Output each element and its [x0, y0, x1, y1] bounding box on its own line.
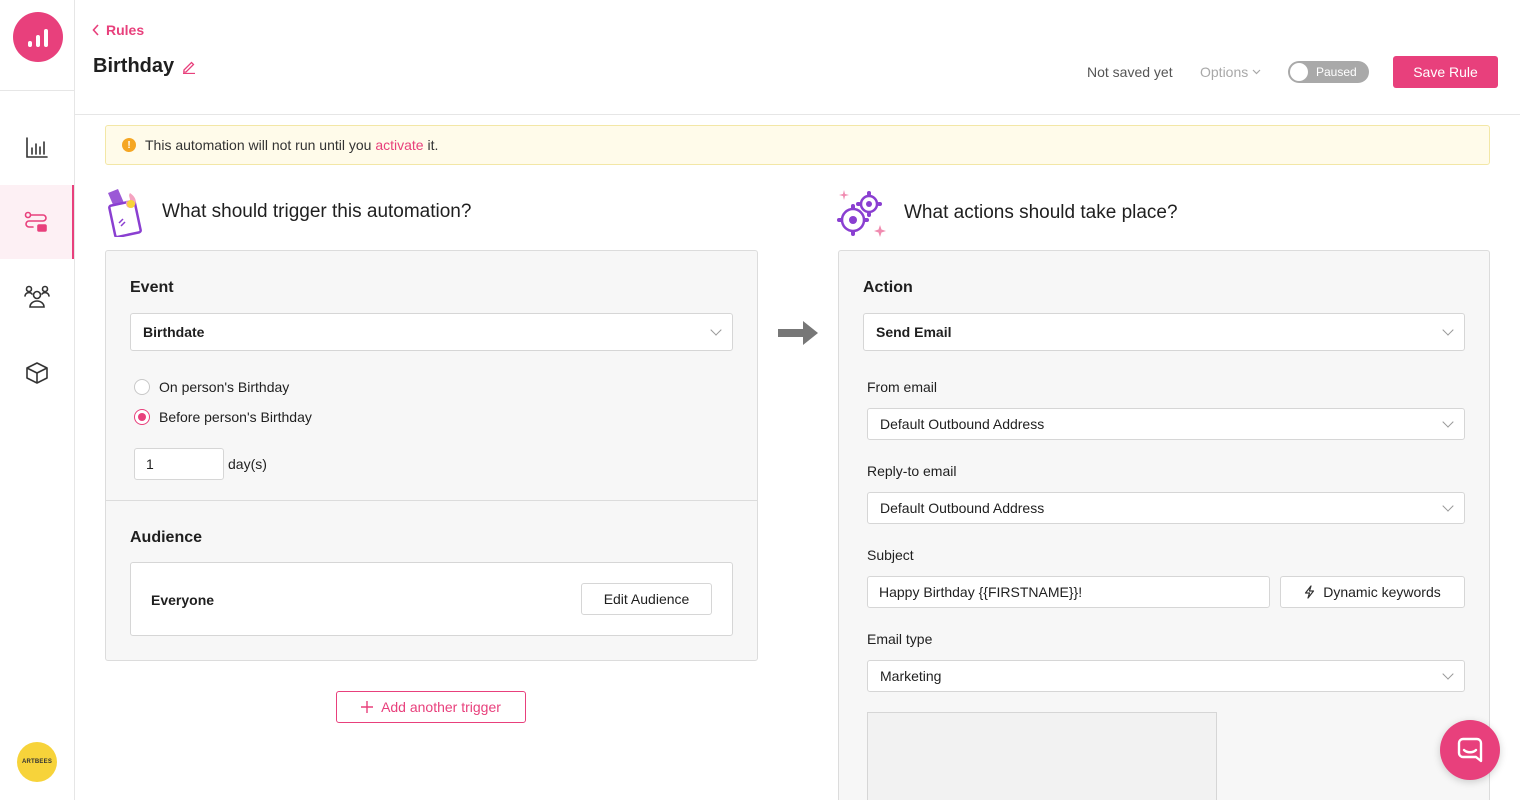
trigger-card-divider — [106, 500, 757, 501]
sidebar-item-analytics[interactable] — [0, 111, 74, 185]
activation-alert: ! This automation will not run until you… — [105, 125, 1490, 165]
reply-to-value: Default Outbound Address — [880, 500, 1045, 516]
active-toggle[interactable]: Paused — [1288, 61, 1369, 83]
radio-button-selected[interactable] — [134, 409, 150, 425]
page-title: Birthday — [93, 55, 196, 78]
reply-to-select[interactable]: Default Outbound Address — [867, 492, 1465, 524]
sidebar-item-automation[interactable] — [0, 185, 74, 259]
alert-text-after: it. — [423, 137, 439, 153]
add-trigger-label: Add another trigger — [381, 699, 501, 715]
chat-icon — [1457, 737, 1483, 763]
audience-box: Everyone Edit Audience — [130, 562, 733, 636]
email-type-select[interactable]: Marketing — [867, 660, 1465, 692]
warning-icon: ! — [122, 138, 136, 152]
chevron-down-icon — [1442, 500, 1454, 512]
activate-link[interactable]: activate — [375, 137, 423, 153]
sidebar-item-people[interactable] — [0, 260, 74, 334]
sidebar-divider — [0, 90, 74, 91]
action-heading-text: What actions should take place? — [904, 202, 1178, 223]
event-select-value: Birthdate — [143, 324, 205, 340]
automation-icon — [24, 211, 47, 232]
from-email-select[interactable]: Default Outbound Address — [867, 408, 1465, 440]
chevron-left-icon — [92, 24, 99, 36]
add-trigger-button[interactable]: Add another trigger — [336, 691, 526, 723]
radio-button[interactable] — [134, 379, 150, 395]
radio-label: On person's Birthday — [159, 379, 290, 395]
app-logo[interactable] — [13, 12, 63, 62]
people-icon — [24, 285, 50, 308]
chevron-down-icon — [710, 324, 722, 336]
alert-text-before: This automation will not run until you — [145, 137, 376, 153]
chevron-down-icon — [1442, 668, 1454, 680]
trigger-illustration-icon — [108, 189, 142, 237]
from-email-value: Default Outbound Address — [880, 416, 1045, 432]
event-label: Event — [130, 279, 174, 296]
edit-audience-button[interactable]: Edit Audience — [581, 583, 712, 615]
email-type-label: Email type — [867, 631, 933, 647]
trigger-heading: What should trigger this automation? — [104, 187, 471, 237]
rule-name: Birthday — [93, 55, 175, 77]
save-rule-button[interactable]: Save Rule — [1393, 56, 1498, 88]
subject-input[interactable] — [867, 576, 1270, 608]
back-link-label: Rules — [106, 22, 145, 38]
back-to-rules-link[interactable]: Rules — [92, 22, 144, 38]
action-select-value: Send Email — [876, 324, 952, 340]
action-label: Action — [863, 279, 913, 296]
analytics-icon — [26, 137, 48, 158]
sidebar: ARTBEES — [0, 0, 75, 800]
edit-pencil-icon[interactable] — [182, 60, 196, 74]
radio-label: Before person's Birthday — [159, 409, 312, 425]
toggle-knob — [1290, 63, 1308, 81]
dynamic-keywords-label: Dynamic keywords — [1323, 584, 1441, 600]
options-label: Options — [1200, 64, 1249, 80]
flow-arrow-icon — [778, 321, 818, 345]
chevron-down-icon — [1442, 416, 1454, 428]
event-select[interactable]: Birthdate — [130, 313, 733, 351]
audience-value: Everyone — [151, 592, 215, 608]
chevron-down-icon — [1442, 324, 1454, 336]
box-icon — [26, 362, 48, 384]
avatar-text: ARTBEES — [21, 759, 53, 765]
plus-icon — [361, 701, 374, 713]
reply-to-label: Reply-to email — [867, 463, 957, 479]
action-select[interactable]: Send Email — [863, 313, 1465, 351]
lightning-icon — [1305, 585, 1315, 599]
days-unit-label: day(s) — [228, 456, 267, 472]
sidebar-item-products[interactable] — [0, 336, 74, 410]
trigger-heading-text: What should trigger this automation? — [162, 201, 472, 222]
toggle-label: Paused — [1316, 65, 1357, 79]
dynamic-keywords-button[interactable]: Dynamic keywords — [1280, 576, 1465, 608]
account-avatar[interactable]: ARTBEES — [17, 742, 57, 782]
chevron-down-icon — [1252, 69, 1261, 75]
gears-illustration-icon — [837, 190, 886, 237]
from-email-label: From email — [867, 379, 938, 395]
chat-widget-button[interactable] — [1440, 720, 1500, 780]
save-status: Not saved yet — [1087, 64, 1173, 80]
radio-before-birthday[interactable]: Before person's Birthday — [134, 409, 312, 425]
action-heading: What actions should take place? — [836, 187, 1178, 239]
page-header: Rules Birthday Not saved yet Options Pau… — [75, 0, 1520, 115]
audience-label: Audience — [130, 529, 203, 546]
options-dropdown[interactable]: Options — [1200, 64, 1261, 80]
days-before-input[interactable] — [134, 448, 224, 480]
email-type-value: Marketing — [880, 668, 942, 684]
subject-label: Subject — [867, 547, 914, 563]
radio-on-birthday[interactable]: On person's Birthday — [134, 379, 289, 395]
email-preview-placeholder[interactable] — [867, 712, 1217, 800]
